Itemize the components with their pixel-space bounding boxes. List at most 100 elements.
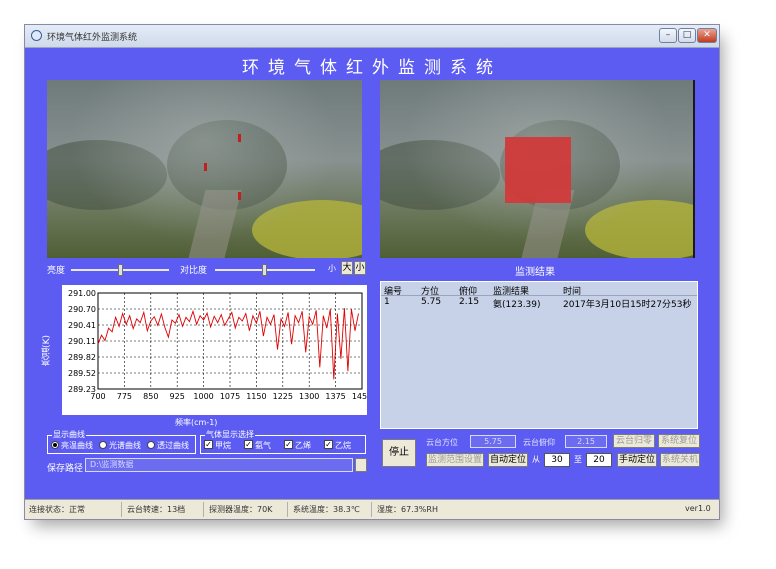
chart-x-tick-label: 1375: [325, 392, 345, 401]
stepper-minus-label: 小: [328, 264, 336, 273]
title-bar: 环境气体红外监测系统 – □ ✕: [25, 25, 719, 48]
cell-pitch: 2.15: [459, 297, 480, 307]
scene-trees-left: [47, 140, 167, 210]
checkbox-gas-2[interactable]: ✓: [244, 440, 253, 449]
chart-y-tick-label: 290.70: [68, 305, 96, 314]
target-marker-bottom: [238, 192, 241, 200]
contrast-label: 对比度: [180, 266, 208, 276]
option-gas-3: 乙烯: [295, 441, 311, 450]
chart-x-tick-label: 1075: [220, 392, 240, 401]
to-input[interactable]: 20: [586, 453, 612, 467]
azimuth-label: 云台方位: [426, 438, 458, 447]
status-connection: 连接状态：正常: [29, 505, 85, 514]
chart-y-tick-label: 290.41: [68, 321, 96, 330]
zoom-in-button[interactable]: 大: [341, 261, 353, 275]
option-brightness-curve: 亮温曲线: [61, 441, 93, 450]
status-version: ver1.0: [685, 504, 711, 513]
system-reset-button[interactable]: 系统复位: [658, 434, 700, 448]
target-marker-left: [204, 163, 207, 171]
checkbox-gas-1[interactable]: ✓: [204, 440, 213, 449]
chart-x-tick-label: 1150: [246, 392, 266, 401]
display-curve-legend: 显示曲线: [52, 429, 86, 440]
maximize-button[interactable]: □: [678, 28, 696, 43]
result-title: 监测结果: [515, 267, 555, 278]
chart-y-tick-label: 291.00: [68, 289, 96, 298]
chart-x-tick-label: 1000: [193, 392, 213, 401]
close-button[interactable]: ✕: [697, 28, 717, 43]
option-spectrum-curve: 光谱曲线: [109, 441, 141, 450]
cell-result: 氨(123.39): [493, 300, 541, 310]
video-border: [693, 80, 695, 258]
browse-button[interactable]: [355, 458, 367, 472]
status-system-temp: 系统温度：38.3℃: [293, 505, 360, 514]
from-input[interactable]: 30: [544, 453, 570, 467]
display-curve-group: 显示曲线 亮温曲线 光谱曲线 透过曲线: [47, 429, 196, 454]
infrared-video-left: [47, 80, 362, 258]
brightness-slider-thumb[interactable]: [118, 264, 123, 276]
results-table[interactable]: 编号 方位 俯仰 监测结果 时间 1 5.75 2.15 氨(123.39) 2…: [380, 281, 698, 429]
checkbox-gas-4[interactable]: ✓: [324, 440, 333, 449]
minimize-button[interactable]: –: [659, 28, 677, 43]
chart-x-tick-label: 700: [90, 392, 105, 401]
status-separator: [287, 502, 288, 517]
app-icon: [31, 30, 42, 41]
chart-y-axis-title: 亮温(K): [42, 335, 52, 366]
chart-y-tick-label: 290.11: [68, 337, 96, 346]
gas-display-legend: 气体显示选择: [205, 429, 255, 440]
scene-trees-left: [380, 140, 500, 210]
cell-time: 2017年3月10日15时27分53秒: [563, 300, 692, 310]
save-path-input[interactable]: D:\监测数据: [85, 458, 353, 472]
save-path-label: 保存路径: [47, 464, 84, 474]
option-gas-1: 甲烷: [215, 441, 231, 450]
zoom-out-button[interactable]: 小: [354, 261, 366, 275]
radio-brightness-curve[interactable]: [51, 441, 59, 449]
contrast-slider-thumb[interactable]: [262, 264, 267, 276]
gimbal-reset-button[interactable]: 云台归零: [613, 434, 655, 448]
chart-x-tick-label: 925: [170, 392, 185, 401]
gas-display-group: 气体显示选择 ✓ 甲烷 ✓ 氨气 ✓ 乙烯 ✓ 乙烷: [200, 429, 366, 454]
window-title: 环境气体红外监测系统: [47, 33, 138, 43]
manual-locate-button[interactable]: 手动定位: [617, 453, 657, 467]
scene-trees: [167, 120, 287, 210]
status-bar: 连接状态：正常 云台转速：13档 探测器温度：70K 系统温度：38.3℃ 湿度…: [25, 499, 719, 519]
infrared-video-right: [380, 80, 695, 258]
chart-x-tick-label: 1450: [352, 392, 367, 401]
pitch-value[interactable]: 2.15: [565, 435, 607, 448]
pitch-label: 云台俯仰: [523, 438, 555, 447]
chart-x-tick-label: 850: [143, 392, 158, 401]
status-separator: [371, 502, 372, 517]
app-heading: 环境气体红外监测系统: [242, 58, 502, 78]
chart-x-tick-label: 775: [117, 392, 132, 401]
option-transmission-curve: 透过曲线: [157, 441, 189, 450]
chart-y-tick-label: 289.82: [68, 353, 96, 362]
scan-range-button[interactable]: 监测范围设置: [426, 453, 484, 467]
scene-field: [585, 200, 695, 258]
status-separator: [203, 502, 204, 517]
scene-field: [252, 200, 362, 258]
app-window: 环境气体红外监测系统 – □ ✕ 环境气体红外监测系统 亮度 对比度 小 大 小…: [24, 24, 720, 520]
chart-y-tick-label: 289.52: [68, 369, 96, 378]
status-detector-temp: 探测器温度：70K: [209, 505, 273, 514]
gas-detection-overlay: [505, 137, 571, 203]
from-label: 从: [532, 455, 540, 464]
table-header-divider: [381, 295, 697, 296]
system-shutdown-button[interactable]: 系统关机: [660, 453, 700, 467]
azimuth-value[interactable]: 5.75: [470, 435, 516, 448]
option-gas-2: 氨气: [255, 441, 271, 450]
checkbox-gas-3[interactable]: ✓: [284, 440, 293, 449]
radio-transmission-curve[interactable]: [147, 441, 155, 449]
chart-x-tick-label: 1225: [273, 392, 293, 401]
auto-locate-button[interactable]: 自动定位: [488, 453, 528, 467]
status-separator: [121, 502, 122, 517]
scene-road: [188, 190, 242, 258]
to-label: 至: [574, 455, 582, 464]
target-marker-top: [238, 134, 241, 142]
cell-id: 1: [384, 297, 390, 307]
brightness-temperature-chart: 291.00290.70290.41290.11289.82289.52289.…: [68, 289, 367, 401]
chart-x-axis-label: 频率(cm-1): [175, 418, 218, 427]
status-gimbal-speed: 云台转速：13档: [127, 505, 186, 514]
chart-series-line: [97, 308, 359, 380]
stop-button[interactable]: 停止: [382, 439, 416, 467]
radio-spectrum-curve[interactable]: [99, 441, 107, 449]
option-gas-4: 乙烷: [335, 441, 351, 450]
